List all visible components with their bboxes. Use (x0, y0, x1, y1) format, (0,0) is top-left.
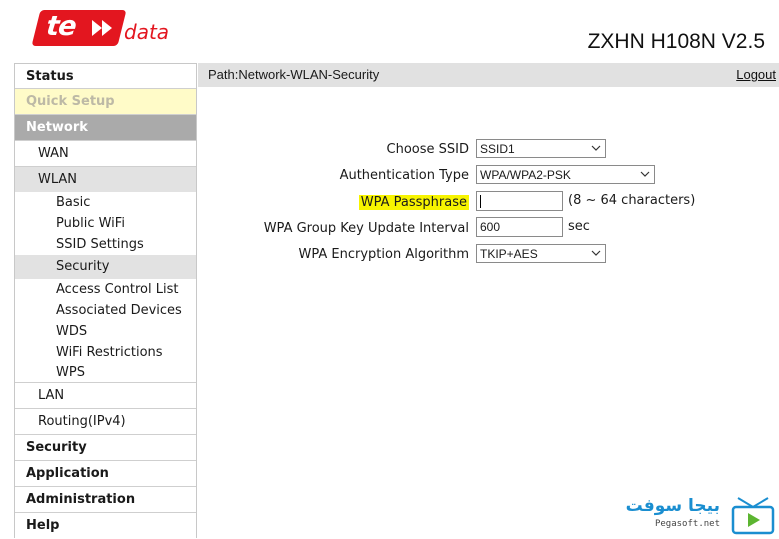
sidebar-item-basic[interactable]: Basic (15, 192, 196, 213)
sidebar-item-access-control-list[interactable]: Access Control List (15, 279, 196, 300)
sidebar-item-network[interactable]: Network (15, 115, 196, 141)
group-key-value: 600 (480, 220, 501, 234)
encryption-select-value: TKIP+AES (480, 247, 538, 261)
text-cursor (480, 195, 481, 208)
group-key-row: WPA Group Key Update Interval 600 sec (198, 216, 779, 240)
group-key-input[interactable]: 600 (476, 217, 563, 237)
group-key-unit: sec (568, 219, 590, 234)
chevron-down-icon (591, 145, 601, 151)
encryption-select[interactable]: TKIP+AES (476, 244, 606, 263)
passphrase-label: WPA Passphrase (358, 195, 469, 210)
chevron-down-icon (591, 250, 601, 256)
ssid-select-value: SSID1 (480, 142, 515, 156)
pegasoft-watermark: بيجا سوفت Pegasoft.net (626, 494, 778, 538)
chevron-down-icon (640, 171, 650, 177)
sidebar-item-wlan[interactable]: WLAN (15, 167, 196, 192)
sidebar-item-wifi-restrictions[interactable]: WiFi Restrictions (15, 342, 196, 363)
play-screen-icon (731, 497, 775, 535)
ssid-row: Choose SSID SSID1 (198, 137, 779, 161)
sidebar-item-quick-setup[interactable]: Quick Setup (15, 89, 196, 115)
sidebar-item-lan[interactable]: LAN (15, 383, 196, 409)
te-data-logo: te data (31, 10, 170, 50)
sidebar-item-administration[interactable]: Administration (15, 487, 196, 513)
watermark-text: بيجا سوفت (625, 496, 720, 516)
watermark-url: Pegasoft.net (654, 519, 720, 529)
sidebar-item-ssid-settings[interactable]: SSID Settings (15, 234, 196, 255)
sidebar-item-wps[interactable]: WPS (15, 363, 196, 383)
logo-suffix: data (124, 20, 170, 44)
logo-mark-icon (92, 20, 112, 36)
sidebar-item-security[interactable]: Security (15, 435, 196, 461)
ssid-select[interactable]: SSID1 (476, 139, 606, 158)
sidebar-item-status[interactable]: Status (15, 64, 196, 89)
sidebar-item-application[interactable]: Application (15, 461, 196, 487)
sidebar-item-security-wlan[interactable]: Security (15, 255, 196, 279)
ssid-label: Choose SSID (386, 142, 469, 157)
auth-type-row: Authentication Type WPA/WPA2-PSK (198, 163, 779, 187)
sidebar-item-routing-ipv4[interactable]: Routing(IPv4) (15, 409, 196, 435)
device-model: ZXHN H108N V2.5 (587, 30, 765, 53)
sidebar-item-associated-devices[interactable]: Associated Devices (15, 300, 196, 321)
encryption-label: WPA Encryption Algorithm (298, 247, 469, 262)
breadcrumb: Path:Network-WLAN-Security (208, 67, 380, 82)
passphrase-input[interactable] (476, 191, 563, 211)
auth-type-select-value: WPA/WPA2-PSK (480, 168, 571, 182)
group-key-label: WPA Group Key Update Interval (263, 221, 469, 236)
passphrase-hint: (8 ~ 64 characters) (568, 193, 696, 208)
sidebar-nav: Status Quick Setup Network WAN WLAN Basi… (14, 63, 197, 538)
sidebar-item-public-wifi[interactable]: Public WiFi (15, 213, 196, 234)
path-bar: Path:Network-WLAN-Security Logout (198, 63, 779, 87)
logo-text: te (44, 11, 78, 42)
sidebar-item-wds[interactable]: WDS (15, 321, 196, 342)
encryption-row: WPA Encryption Algorithm TKIP+AES (198, 242, 779, 266)
auth-type-select[interactable]: WPA/WPA2-PSK (476, 165, 655, 184)
logout-link[interactable]: Logout (736, 67, 776, 82)
auth-type-label: Authentication Type (339, 168, 469, 183)
passphrase-row: WPA Passphrase (8 ~ 64 characters) (198, 190, 779, 214)
sidebar-item-wan[interactable]: WAN (15, 141, 196, 167)
sidebar-item-help[interactable]: Help (15, 513, 196, 539)
